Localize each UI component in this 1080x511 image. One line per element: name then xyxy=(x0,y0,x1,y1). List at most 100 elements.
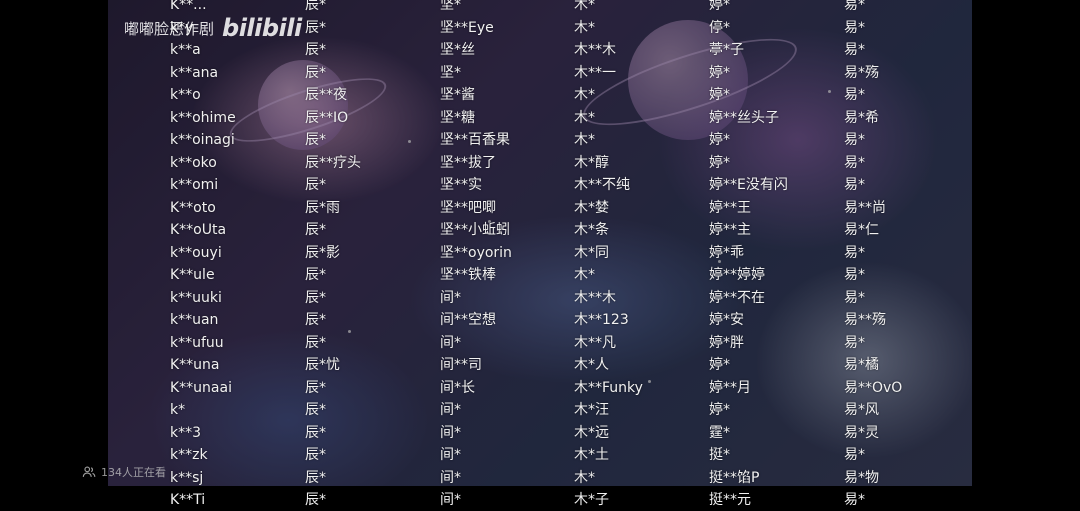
credit-name: 易*橘 xyxy=(844,357,879,373)
credit-name: 辰* xyxy=(305,469,326,486)
credit-name: 辰* xyxy=(305,132,326,148)
credit-name: 停* xyxy=(709,19,730,36)
credit-name: 木* xyxy=(574,0,595,13)
credit-name: 木* xyxy=(574,109,595,126)
people-icon xyxy=(82,466,96,477)
credit-name: 坚**吧唧 xyxy=(440,199,496,216)
credit-name: 易**尚 xyxy=(844,199,886,216)
credit-name: 辰* xyxy=(305,402,326,418)
credit-name: 木*汪 xyxy=(574,402,609,418)
credits-row: K**Ti 辰* 间* 木*子 挺**元 易* xyxy=(0,489,1080,511)
credit-name: 辰* xyxy=(305,267,326,283)
credit-name: 辰* xyxy=(305,289,326,306)
credit-name: 婷**丝头子 xyxy=(709,109,779,126)
credit-name: 木**不纯 xyxy=(574,177,630,193)
credit-name: 间* xyxy=(440,492,461,508)
credit-name: 间* xyxy=(440,402,461,418)
credit-name: 易**殇 xyxy=(844,312,886,328)
credits-row: k* 辰* 间* 木*汪 婷* 易*风 xyxy=(0,399,1080,421)
credit-name: k**oinagi xyxy=(170,132,235,148)
credit-name: 婷*安 xyxy=(709,312,744,328)
credit-name: 易* xyxy=(844,87,865,103)
credit-name: 易* xyxy=(844,42,865,58)
credit-name: 辰* xyxy=(305,379,326,396)
credits-row: k**ana 辰* 坚* 木**一 婷* 易*殇 xyxy=(0,62,1080,84)
credit-name: 易* xyxy=(844,132,865,148)
credit-name: 辰* xyxy=(305,447,326,463)
credit-name: 辰* xyxy=(305,0,326,13)
credit-name: 木**123 xyxy=(574,312,629,328)
credit-name: 婷* xyxy=(709,87,730,103)
credit-name: k**ufuu xyxy=(170,334,224,351)
credit-name: 婷**婷婷 xyxy=(709,267,765,283)
credit-name: 婷**王 xyxy=(709,199,751,216)
credit-name: 辰**IO xyxy=(305,109,349,126)
credit-name: 坚**拔了 xyxy=(440,154,496,171)
credit-name: 易* xyxy=(844,267,865,283)
credit-name: 辰* xyxy=(305,64,326,81)
credit-name: 婷*乖 xyxy=(709,244,744,261)
bilibili-watermark: 嘟嘟脸恶作剧 bilibili xyxy=(124,14,302,42)
credit-name: 木* xyxy=(574,19,595,36)
credit-name: 木**木 xyxy=(574,289,616,306)
credit-name: k**ana xyxy=(170,64,219,81)
credits-row: k**ufuu 辰* 间* 木**凡 婷*胖 易* xyxy=(0,332,1080,354)
credit-name: K**unaai xyxy=(170,379,232,396)
credit-name: 辰* xyxy=(305,19,326,36)
credits-row: k**oko 辰**疗头 坚**拔了 木*醇 婷* 易* xyxy=(0,152,1080,174)
credit-name: 间* xyxy=(440,289,461,306)
credit-name: k**zk xyxy=(170,447,208,463)
credit-name: 辰*影 xyxy=(305,244,340,261)
credit-name: 木*条 xyxy=(574,222,609,238)
credits-row: k**oinagi 辰* 坚**百香果 木* 婷* 易* xyxy=(0,129,1080,151)
credit-name: 易* xyxy=(844,0,865,13)
credit-name: 木*醇 xyxy=(574,154,609,171)
credit-name: 坚*酱 xyxy=(440,87,475,103)
credit-name: 木*土 xyxy=(574,447,609,463)
credit-name: 易* xyxy=(844,177,865,193)
credits-list: K**... 辰* 坚* 木* 婷* 易* k*y 辰* 坚**Eye 木* 停* 易* k**a 辰* 坚… xyxy=(0,0,1080,508)
credit-name: 易* xyxy=(844,244,865,261)
credit-name: 易*风 xyxy=(844,402,879,418)
credit-name: 易*殇 xyxy=(844,64,879,81)
credits-row: K**unaai 辰* 间*长 木**Funky 婷**月 易**OvO xyxy=(0,377,1080,399)
viewer-count-text: 134人正在看 xyxy=(101,466,166,479)
credits-row: k**ohime 辰**IO 坚*糖 木* 婷**丝头子 易*希 xyxy=(0,107,1080,129)
credit-name: 婷**E没有闪 xyxy=(709,177,788,193)
credit-name: 木*同 xyxy=(574,244,609,261)
credit-name: 婷*胖 xyxy=(709,334,744,351)
credit-name: 间* xyxy=(440,469,461,486)
credit-name: k**ohime xyxy=(170,109,236,126)
credit-name: 坚**铁棒 xyxy=(440,267,496,283)
credit-name: 间* xyxy=(440,424,461,441)
bilibili-logo: bilibili xyxy=(222,14,302,42)
credit-name: 辰* xyxy=(305,312,326,328)
credit-name: 间* xyxy=(440,447,461,463)
credit-name: 婷**不在 xyxy=(709,289,765,306)
credit-name: 婷* xyxy=(709,0,730,13)
credit-name: 辰* xyxy=(305,334,326,351)
credit-name: 辰*雨 xyxy=(305,199,340,216)
credits-row: K**oUta 辰* 坚**小蚯蚓 木*条 婷**主 易*仁 xyxy=(0,219,1080,241)
credit-name: 辰* xyxy=(305,492,326,508)
credit-name: k**omi xyxy=(170,177,219,193)
credits-row: k**a 辰* 坚*丝 木**木 葶*子 易* xyxy=(0,39,1080,61)
credit-name: 坚**小蚯蚓 xyxy=(440,222,510,238)
credit-name: 易*灵 xyxy=(844,424,879,441)
credit-name: 易*物 xyxy=(844,469,879,486)
credit-name: 易* xyxy=(844,19,865,36)
credit-name: 葶*子 xyxy=(709,42,744,58)
credit-name: 间**司 xyxy=(440,357,482,373)
credit-name: 坚*丝 xyxy=(440,42,475,58)
credit-name: 坚**oyorin xyxy=(440,244,512,261)
credit-name: 挺**元 xyxy=(709,492,751,508)
credits-row: K**oto 辰*雨 坚**吧唧 木*婪 婷**王 易**尚 xyxy=(0,197,1080,219)
credit-name: k**uuki xyxy=(170,289,222,306)
credit-name: 木* xyxy=(574,87,595,103)
credits-row: K**una 辰*忧 间**司 木*人 婷* 易*橘 xyxy=(0,354,1080,376)
viewer-count: 134人正在看 xyxy=(82,464,166,480)
credit-name: 易* xyxy=(844,447,865,463)
credit-name: 坚**实 xyxy=(440,177,482,193)
credit-name: 辰* xyxy=(305,424,326,441)
credit-name: 辰**疗头 xyxy=(305,154,361,171)
